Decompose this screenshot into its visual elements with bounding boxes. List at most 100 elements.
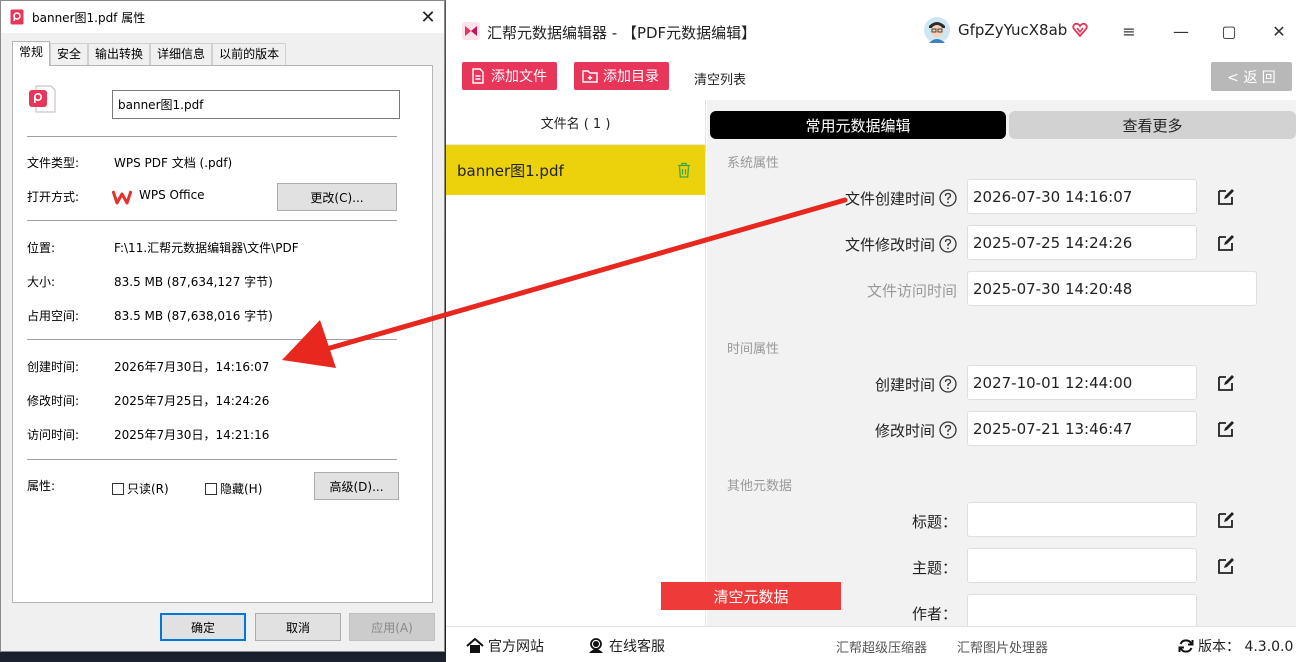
avatar[interactable] — [924, 17, 950, 43]
author-input[interactable] — [967, 594, 1197, 626]
app-footer: 官方网站 在线客服 汇帮超级压缩器 汇帮图片处理器 版本： 4.3.0.0 — [446, 626, 1296, 662]
compressor-link[interactable]: 汇帮超级压缩器 — [836, 637, 927, 656]
separator — [27, 136, 397, 137]
modified-label: 修改时间: — [27, 394, 80, 408]
tab-output[interactable]: 输出转换 — [88, 43, 151, 65]
advanced-button[interactable]: 高级(D)... — [314, 472, 399, 500]
time-properties-title: 时间属性 — [727, 342, 780, 357]
clear-metadata-button[interactable]: 清空元数据 — [661, 582, 841, 610]
edit-icon[interactable] — [1216, 419, 1236, 439]
edit-icon[interactable] — [1216, 233, 1236, 253]
location-value: F:\11.汇帮元数据编辑器\文件\PDF — [114, 241, 299, 255]
separator — [27, 459, 397, 460]
location-label: 位置: — [27, 241, 56, 255]
accessed-value: 2025年7月30日，14:21:16 — [114, 428, 270, 442]
author-label: 作者： — [911, 605, 957, 623]
sys-modified-input[interactable]: 2025-07-25 14:24:26 — [967, 225, 1197, 260]
edit-icon[interactable] — [1216, 556, 1236, 576]
app-title: 汇帮元数据编辑器 - 【PDF元数据编辑】 — [487, 24, 757, 42]
cancel-button[interactable]: 取消 — [255, 613, 341, 641]
properties-dialog: banner图1.pdf 属性 ✕ 常规 安全 输出转换 详细信息 以前的版本 … — [0, 0, 445, 652]
tab-general[interactable]: 常规 — [12, 41, 51, 66]
editor-window: 汇帮元数据编辑器 - 【PDF元数据编辑】 GfpZyYucX8ab ≡ — ▢… — [446, 0, 1296, 662]
help-icon[interactable] — [939, 375, 957, 393]
open-with-label: 打开方式: — [27, 190, 80, 204]
wps-logo-icon — [112, 190, 132, 205]
minimize-icon[interactable]: — — [1163, 14, 1199, 48]
vip-heart-icon[interactable] — [1072, 22, 1088, 38]
edit-icon[interactable] — [1216, 510, 1236, 530]
ok-button[interactable]: 确定 — [160, 613, 246, 641]
add-folder-label: 添加目录 — [603, 69, 659, 85]
size-value: 83.5 MB (87,634,127 字节) — [114, 275, 273, 289]
sys-accessed-input: 2025-07-30 14:20:48 — [967, 271, 1257, 306]
add-folder-icon — [582, 70, 598, 83]
file-list-header: 文件名 ( 1 ) — [446, 100, 705, 145]
sys-created-input[interactable]: 2026-07-30 14:16:07 — [967, 179, 1197, 214]
customer-service-icon — [589, 638, 603, 653]
sys-accessed-label: 文件访问时间 — [866, 282, 957, 300]
readonly-label: 只读(R) — [127, 482, 169, 496]
image-tool-link[interactable]: 汇帮图片处理器 — [957, 637, 1048, 656]
separator — [27, 220, 397, 221]
metadata-panel: 常用元数据编辑 查看更多 系统属性 文件创建时间 2026-07-30 14:1… — [707, 100, 1296, 626]
pdf-document-icon — [29, 85, 56, 113]
disk-size-label: 占用空间: — [27, 309, 80, 323]
tab-view-more[interactable]: 查看更多 — [1009, 111, 1296, 139]
help-icon[interactable] — [939, 189, 957, 207]
tab-common-metadata[interactable]: 常用元数据编辑 — [710, 111, 1006, 139]
online-service-link[interactable]: 在线客服 — [587, 636, 665, 656]
created-value: 2026年7月30日，14:16:07 — [114, 360, 270, 374]
time-modified-label: 修改时间 — [874, 422, 935, 440]
file-name-input[interactable] — [112, 90, 400, 119]
help-icon[interactable] — [939, 235, 957, 253]
apply-button[interactable]: 应用(A) — [349, 613, 435, 641]
list-item[interactable]: banner图1.pdf — [446, 145, 705, 195]
file-list: 文件名 ( 1 ) banner图1.pdf — [446, 100, 706, 626]
edit-icon[interactable] — [1216, 187, 1236, 207]
clear-list-button[interactable]: 清空列表 — [694, 69, 746, 88]
size-label: 大小: — [27, 275, 56, 289]
official-site-label: 官方网站 — [488, 639, 544, 655]
official-site-link[interactable]: 官方网站 — [466, 636, 544, 656]
hidden-checkbox[interactable]: 隐藏(H) — [205, 480, 262, 497]
accessed-label: 访问时间: — [27, 428, 80, 442]
add-file-button[interactable]: 添加文件 — [462, 62, 557, 90]
maximize-icon[interactable]: ▢ — [1211, 14, 1247, 48]
title-input[interactable] — [967, 502, 1197, 537]
sys-modified-label: 文件修改时间 — [844, 236, 935, 254]
close-icon[interactable]: ✕ — [1261, 14, 1296, 48]
sys-created-label: 文件创建时间 — [844, 190, 935, 208]
add-file-label: 添加文件 — [491, 69, 547, 85]
dialog-titlebar: banner图1.pdf 属性 ✕ — [1, 1, 444, 33]
time-created-input[interactable]: 2027-10-01 12:44:00 — [967, 365, 1197, 400]
menu-icon[interactable]: ≡ — [1111, 14, 1147, 48]
checkbox-box[interactable] — [112, 482, 124, 495]
checkbox-box[interactable] — [205, 482, 217, 495]
add-file-icon — [472, 68, 484, 84]
home-icon — [466, 638, 484, 653]
tab-previous-versions[interactable]: 以前的版本 — [212, 43, 287, 65]
time-modified-input[interactable]: 2025-07-21 13:46:47 — [967, 411, 1197, 446]
other-metadata-title: 其他元数据 — [727, 479, 793, 494]
back-button[interactable]: < 返 回 — [1211, 62, 1292, 91]
title-label: 标题： — [911, 513, 957, 531]
dialog-title: banner图1.pdf 属性 — [32, 11, 146, 25]
readonly-checkbox[interactable]: 只读(R) — [112, 480, 169, 497]
created-label: 创建时间: — [27, 360, 80, 374]
edit-icon[interactable] — [1216, 373, 1236, 393]
hidden-label: 隐藏(H) — [220, 482, 263, 496]
version-info[interactable]: 版本： 4.3.0.0 — [1178, 636, 1293, 656]
add-folder-button[interactable]: 添加目录 — [574, 62, 669, 90]
username[interactable]: GfpZyYucX8ab — [958, 21, 1067, 39]
file-type-value: WPS PDF 文档 (.pdf) — [114, 156, 233, 170]
open-with-value: WPS Office — [139, 188, 205, 202]
tab-security[interactable]: 安全 — [50, 43, 89, 65]
help-icon[interactable] — [939, 421, 957, 439]
subject-input[interactable] — [967, 548, 1197, 583]
change-button[interactable]: 更改(C)... — [277, 183, 397, 211]
trash-icon[interactable] — [677, 162, 691, 178]
tab-bar: 常规 安全 输出转换 详细信息 以前的版本 — [12, 41, 287, 66]
tab-details[interactable]: 详细信息 — [150, 43, 213, 65]
close-icon[interactable]: ✕ — [412, 1, 444, 33]
